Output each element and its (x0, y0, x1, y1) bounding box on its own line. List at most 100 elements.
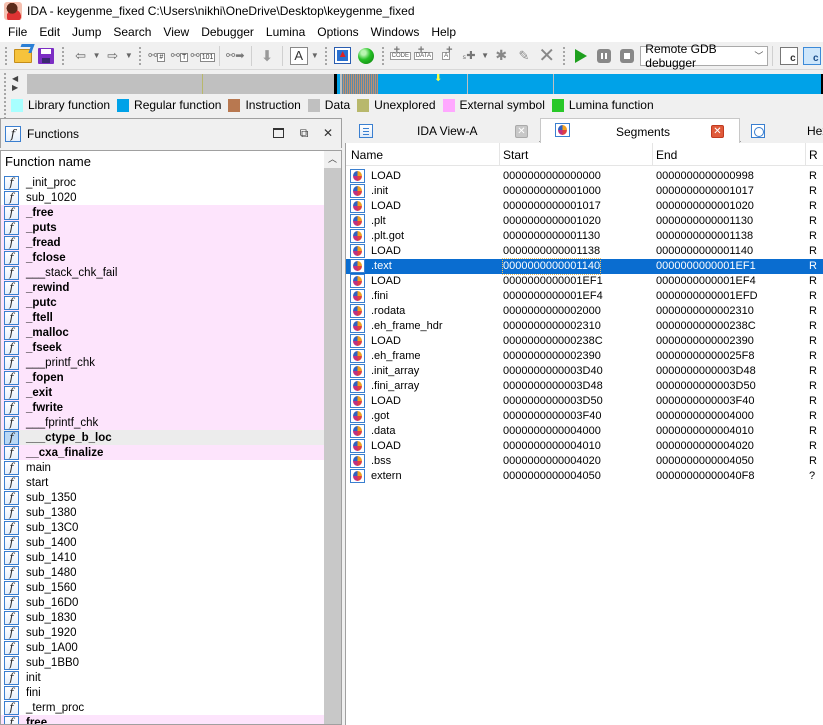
menu-edit[interactable]: Edit (33, 22, 66, 42)
segment-row[interactable]: .bss 0000000000004020 0000000000004050 R (346, 454, 823, 469)
function-list-item[interactable]: f sub_1920 (1, 625, 325, 640)
segment-row[interactable]: extern 0000000000004050 00000000000040F8? (346, 469, 823, 484)
segment-row[interactable]: .plt 0000000000001020 0000000000001130 R (346, 214, 823, 229)
column-divider[interactable] (652, 143, 653, 166)
menu-debugger[interactable]: Debugger (195, 22, 260, 42)
segment-row[interactable]: .fini_array 0000000000003D48 0000000000003… (346, 379, 823, 394)
menu-help[interactable]: Help (425, 22, 462, 42)
function-list-item[interactable]: f sub_1380 (1, 505, 325, 520)
function-list-item[interactable]: f _init_proc (1, 175, 325, 190)
function-list-item[interactable]: f sub_1400 (1, 535, 325, 550)
make-struct-dropdown[interactable]: ▼ (480, 51, 489, 60)
function-list-item[interactable]: f __cxa_finalize (1, 445, 325, 460)
make-struct-button[interactable]: ₛ✚ (459, 45, 480, 67)
maximize-panel-button[interactable] (271, 126, 285, 140)
make-ascii-button[interactable]: A (436, 44, 457, 67)
toolbar-grip[interactable] (137, 45, 142, 66)
forward-button[interactable]: ⇨ (102, 45, 123, 67)
stop-debug-button[interactable] (617, 45, 638, 67)
column-header-r[interactable]: R (809, 148, 818, 162)
status-button[interactable] (355, 45, 376, 67)
text-format-dropdown[interactable]: ▼ (310, 51, 319, 60)
function-list-item[interactable]: f _fwrite (1, 400, 325, 415)
segment-row[interactable]: .data 0000000000004000 0000000000004010 R (346, 424, 823, 439)
function-list-item[interactable]: f free (1, 715, 325, 724)
function-list-item[interactable]: f sub_13C0 (1, 520, 325, 535)
menu-windows[interactable]: Windows (365, 22, 426, 42)
navigation-bar[interactable]: ⬇ (27, 74, 823, 94)
run-to-cursor-button[interactable]: c (801, 45, 822, 67)
function-list-item[interactable]: f sub_1560 (1, 580, 325, 595)
menu-lumina[interactable]: Lumina (260, 22, 311, 42)
segment-row[interactable]: .eh_frame_hdr 0000000000002310 00000000000… (346, 319, 823, 334)
forward-dropdown[interactable]: ▼ (124, 51, 133, 60)
function-list-item[interactable]: f _exit (1, 385, 325, 400)
make-array-button[interactable]: ✱ (491, 45, 512, 67)
function-list-item[interactable]: f ___ctype_b_loc (1, 430, 325, 445)
undefine-button[interactable]: ✕ (536, 45, 557, 67)
tab-segments[interactable]: Segments ✕ (540, 118, 740, 143)
segment-row[interactable]: LOAD 0000000000004010 0000000000004020 R (346, 439, 823, 454)
function-list-item[interactable]: f _putc (1, 295, 325, 310)
column-header-name[interactable]: Name (351, 148, 383, 162)
menu-options[interactable]: Options (311, 22, 364, 42)
function-list-item[interactable]: f sub_16D0 (1, 595, 325, 610)
function-list-item[interactable]: f _rewind (1, 280, 325, 295)
function-list-item[interactable]: f _ftell (1, 310, 325, 325)
function-list-item[interactable]: f init (1, 670, 325, 685)
tab-hex-view[interactable]: Hex (741, 120, 823, 142)
segment-row[interactable]: LOAD 0000000000001017 0000000000001020 R (346, 199, 823, 214)
start-debug-button[interactable] (571, 45, 592, 67)
segment-row[interactable]: LOAD 000000000000238C 0000000000002390 R (346, 334, 823, 349)
segment-row[interactable]: LOAD 0000000000001138 0000000000001140 R (346, 244, 823, 259)
functions-scrollbar[interactable]: ︿ (324, 151, 341, 724)
segment-row[interactable]: .init_array 0000000000003D40 0000000000003… (346, 364, 823, 379)
function-list-item[interactable]: f _fopen (1, 370, 325, 385)
segment-row[interactable]: .init 0000000000001000 0000000000001017 R (346, 184, 823, 199)
attach-process-button[interactable]: c (778, 45, 799, 67)
tab-close-button[interactable]: ✕ (515, 125, 528, 138)
function-list-item[interactable]: f _puts (1, 220, 325, 235)
warning-window-button[interactable] (332, 45, 353, 67)
toolbar-grip[interactable] (4, 45, 8, 66)
function-list-item[interactable]: f _malloc (1, 325, 325, 340)
save-button[interactable] (36, 45, 57, 67)
segment-row[interactable]: .plt.got 0000000000001130 0000000000001138… (346, 229, 823, 244)
pause-debug-button[interactable] (594, 45, 615, 67)
jump-down-button[interactable]: ⬇ (257, 45, 278, 67)
segment-row[interactable]: .text 0000000000001140 0000000000001EF1 R (346, 258, 823, 275)
function-list-item[interactable]: f sub_1480 (1, 565, 325, 580)
menu-view[interactable]: View (157, 22, 195, 42)
segment-row[interactable]: LOAD 0000000000000000 0000000000000998 R (346, 169, 823, 184)
function-list-item[interactable]: f _fclose (1, 250, 325, 265)
nav-scroll-arrows[interactable]: ◀ ▶ (12, 74, 18, 92)
function-list-item[interactable]: f ___printf_chk (1, 355, 325, 370)
function-list-item[interactable]: f sub_1410 (1, 550, 325, 565)
scroll-up-icon[interactable]: ︿ (324, 151, 341, 168)
rename-button[interactable]: ✎ (514, 45, 535, 67)
segments-table[interactable]: Name Start End R LOAD 0000000000000000 000… (345, 143, 823, 725)
function-list-item[interactable]: f sub_1BB0 (1, 655, 325, 670)
function-list-item[interactable]: f _free (1, 205, 325, 220)
search-next-button[interactable]: ⚯➡ (225, 45, 246, 67)
function-list-item[interactable]: f _fseek (1, 340, 325, 355)
column-header-end[interactable]: End (656, 148, 677, 162)
menu-file[interactable]: File (2, 22, 33, 42)
float-panel-button[interactable]: ⧉ (297, 126, 311, 140)
make-data-button[interactable]: DATA (413, 44, 434, 67)
function-list-item[interactable]: f sub_1830 (1, 610, 325, 625)
search-text-button[interactable]: ⚯ T (169, 45, 190, 67)
function-list-item[interactable]: f _fread (1, 235, 325, 250)
menu-jump[interactable]: Jump (66, 22, 107, 42)
close-panel-button[interactable]: ✕ (321, 126, 335, 140)
search-hex-button[interactable]: ⚯ # (146, 45, 167, 67)
segment-row[interactable]: .got 0000000000003F40 0000000000004000 R (346, 409, 823, 424)
text-format-button[interactable]: A (288, 45, 309, 67)
segment-row[interactable]: .rodata 0000000000002000 0000000000002310 R (346, 304, 823, 319)
function-list-item[interactable]: f ___fprintf_chk (1, 415, 325, 430)
toolbar-grip[interactable] (61, 45, 66, 66)
column-header-function-name[interactable]: Function name (1, 151, 341, 173)
column-divider[interactable] (805, 143, 806, 166)
function-list-item[interactable]: f _term_proc (1, 700, 325, 715)
function-list-item[interactable]: f ___stack_chk_fail (1, 265, 325, 280)
